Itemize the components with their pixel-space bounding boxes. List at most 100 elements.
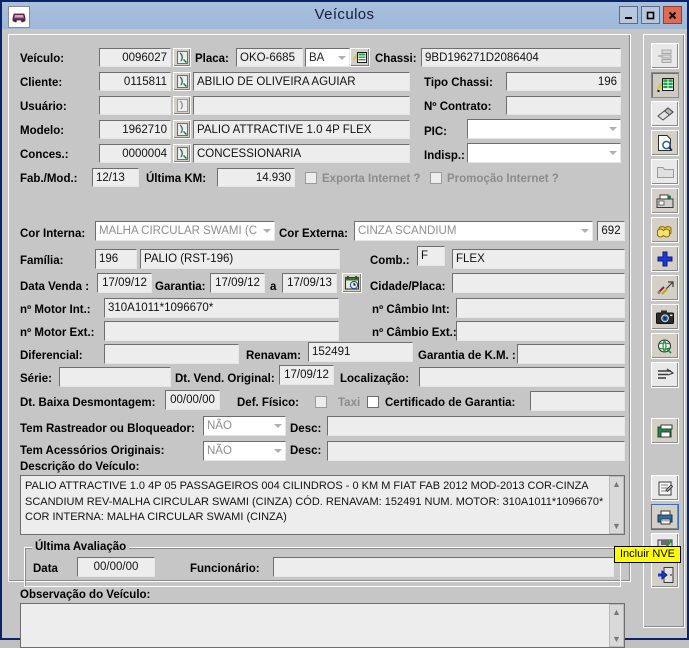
rastreador-desc-input[interactable] (327, 416, 625, 436)
scroll-up-icon[interactable]: ▲ (610, 605, 623, 619)
search-page-icon-button[interactable] (651, 130, 679, 156)
n-cambio-int-input[interactable] (456, 298, 625, 318)
dt-baixa-input[interactable]: 00/00/00 (165, 390, 220, 410)
label-taxi: Taxi (338, 397, 361, 409)
cor-interna-select[interactable]: MALHA CIRCULAR SWAMI (C (95, 221, 275, 241)
garantia-km-input[interactable] (517, 344, 625, 364)
garantia-from-input[interactable]: 17/09/12 (210, 273, 265, 293)
indisp-select[interactable] (467, 143, 621, 163)
promocao-internet-checkbox[interactable] (430, 172, 442, 184)
acessorios-desc-input[interactable] (327, 441, 625, 461)
edit-grid-icon-button[interactable] (651, 72, 679, 98)
placa-history-button[interactable] (350, 48, 370, 67)
familia-name-input[interactable]: PALIO (RST-196) (140, 249, 340, 269)
cor-externa-select[interactable]: CINZA SCANDIUM (354, 221, 593, 241)
label-familia: Família: (20, 255, 64, 267)
veiculo-code-input[interactable]: 0096027 (99, 48, 171, 67)
label-cor-externa: Cor Externa: (279, 228, 349, 240)
scroll-down-icon[interactable]: ▼ (610, 632, 623, 646)
print-book-icon-button[interactable] (651, 418, 679, 444)
tools-icon-button[interactable] (651, 275, 679, 301)
veiculo-lookup-button[interactable] (173, 48, 191, 67)
minimize-button[interactable] (619, 6, 638, 24)
modelo-lookup-button[interactable] (173, 120, 191, 139)
fab-mod-input[interactable]: 12/13 (92, 168, 139, 187)
observacao-textarea[interactable] (20, 603, 625, 648)
diferencial-input[interactable] (104, 344, 239, 364)
n-contrato-input[interactable] (506, 96, 621, 115)
placa-input[interactable]: OKO-6685 (236, 48, 303, 67)
placa-uf-select[interactable]: BA (305, 48, 350, 67)
taxi-checkbox[interactable] (367, 396, 379, 408)
tipo-chassi-input[interactable]: 196 (506, 72, 621, 91)
scroll-down-icon[interactable]: ▼ (610, 519, 623, 533)
cor-externa-code-input[interactable]: 692 (597, 221, 625, 241)
avaliacao-data-input[interactable]: 00/00/00 (77, 557, 155, 577)
label-cidade-placa: Cidade/Placa: (370, 281, 446, 293)
scroll-up-icon[interactable]: ▲ (610, 477, 623, 491)
note-edit-icon-button[interactable] (651, 475, 679, 501)
familia-code-input[interactable]: 196 (95, 249, 137, 269)
label-exporta-internet: Exporta Internet ? (322, 173, 421, 185)
close-button[interactable] (663, 6, 682, 24)
usuario-code-input[interactable] (99, 96, 171, 115)
rastreador-value: NÃO (207, 420, 232, 432)
conces-name-input[interactable]: CONCESSIONARIA (193, 144, 410, 163)
acessorios-select[interactable]: NÃO (203, 441, 286, 461)
n-cambio-ext-input[interactable] (456, 321, 625, 341)
avaliacao-funcionario-input[interactable] (273, 557, 614, 577)
conces-code-input[interactable]: 0000004 (99, 144, 171, 163)
exporta-internet-checkbox[interactable] (305, 172, 317, 184)
usuario-name-input[interactable] (193, 96, 410, 115)
eraser-icon-button[interactable] (651, 101, 679, 127)
pic-select[interactable] (467, 119, 621, 139)
cliente-code-input[interactable]: 0115811 (99, 72, 171, 91)
rastreador-select[interactable]: NÃO (203, 416, 286, 436)
title-bar[interactable]: Veículos (2, 2, 687, 30)
label-n-cambio-ext: nº Câmbio Ext.: (372, 327, 457, 339)
maximize-button[interactable] (641, 6, 660, 24)
dt-vend-original-input[interactable]: 17/09/12 (279, 365, 334, 385)
list-filter-icon-button[interactable] (651, 362, 679, 388)
label-diferencial: Diferencial: (20, 350, 83, 362)
cliente-lookup-button[interactable] (173, 72, 191, 91)
incluir-nve-icon-button[interactable] (651, 504, 679, 530)
data-venda-input[interactable]: 17/09/12 (97, 273, 152, 293)
modelo-name-input[interactable]: PALIO ATTRACTIVE 1.0 4P FLEX (193, 120, 410, 139)
copy-pages-icon-button[interactable] (651, 217, 679, 243)
usuario-lookup-button[interactable] (173, 96, 191, 115)
label-observacao: Observação do Veículo: (20, 589, 151, 601)
tree-view-icon-button[interactable] (651, 43, 679, 69)
serie-input[interactable] (59, 367, 171, 387)
def-fisico-checkbox[interactable] (315, 396, 327, 408)
calendar-button[interactable] (342, 273, 362, 293)
chevron-down-icon (581, 229, 589, 233)
chassi-input[interactable]: 9BD196271D2086404 (421, 48, 621, 67)
renavam-input[interactable]: 152491 (308, 342, 413, 362)
globe-icon-button[interactable] (651, 333, 679, 359)
localizacao-input[interactable] (419, 367, 625, 387)
open-folder-icon-button[interactable] (651, 159, 679, 185)
descricao-veiculo-textarea[interactable]: PALIO ATTRACTIVE 1.0 4P 05 PASSAGEIROS 0… (20, 475, 625, 535)
comb-code-input[interactable]: F (417, 246, 445, 266)
n-motor-ext-input[interactable] (104, 321, 339, 341)
n-motor-int-input[interactable]: 310A1011*1096670* (104, 298, 339, 318)
conces-lookup-button[interactable] (173, 144, 191, 163)
label-cor-interna: Cor Interna: (20, 228, 86, 240)
ultima-km-input[interactable]: 14.930 (217, 168, 295, 187)
add-plus-icon-button[interactable] (651, 246, 679, 272)
observacao-scrollbar[interactable]: ▲ ▼ (609, 604, 624, 647)
garantia-to-input[interactable]: 17/09/13 (282, 273, 337, 293)
label-comb: Comb.: (370, 255, 410, 267)
modelo-code-input[interactable]: 1962710 (99, 120, 171, 139)
certificado-garantia-input[interactable] (530, 391, 625, 411)
descricao-scrollbar[interactable]: ▲ ▼ (609, 476, 624, 534)
cliente-name-input[interactable]: ABILIO DE OLIVEIRA AGUIAR (193, 72, 410, 91)
label-promocao-internet: Promoção Internet ? (447, 173, 559, 185)
label-indisp: Indisp.: (424, 150, 465, 162)
comb-name-input[interactable]: FLEX (452, 249, 625, 269)
camera-icon-button[interactable] (651, 304, 679, 330)
cidade-placa-input[interactable] (452, 273, 625, 293)
print-camera-icon-button[interactable] (651, 188, 679, 214)
exit-door-icon-button[interactable] (651, 562, 679, 588)
